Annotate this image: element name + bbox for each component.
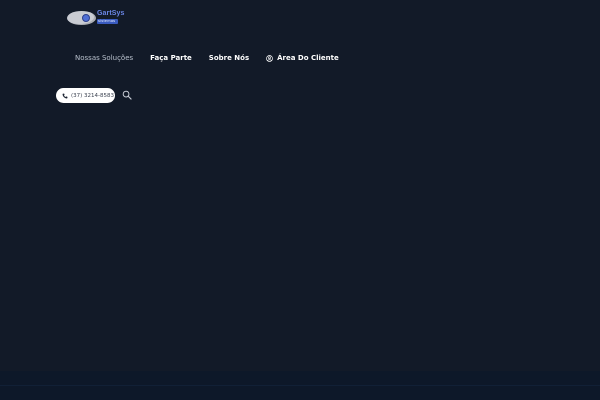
nav-item-area-do-cliente[interactable]: Área Do Cliente bbox=[266, 54, 339, 62]
logo[interactable]: GartSys sistemas bbox=[67, 10, 125, 26]
footer-divider bbox=[0, 385, 600, 386]
logo-sub-text: sistemas bbox=[98, 18, 116, 23]
search-icon[interactable] bbox=[122, 90, 132, 100]
phone-button[interactable]: (37) 3214-8583 bbox=[56, 88, 115, 103]
main-nav: Nossas Soluções Faça Parte Sobre Nós Áre… bbox=[75, 52, 339, 64]
nav-item-label: Nossas Soluções bbox=[75, 54, 134, 62]
logo-brand-text: GartSys bbox=[97, 10, 125, 17]
nav-item-sobre-nos[interactable]: Sobre Nós bbox=[209, 54, 249, 62]
logo-dot bbox=[82, 14, 90, 22]
nav-item-label: Faça Parte bbox=[150, 54, 192, 62]
nav-item-nossas-solucoes[interactable]: Nossas Soluções bbox=[75, 54, 133, 62]
nav-item-faca-parte[interactable]: Faça Parte bbox=[150, 54, 192, 62]
logo-sub-badge: sistemas bbox=[97, 18, 118, 24]
nav-item-label: Área Do Cliente bbox=[277, 54, 339, 62]
user-circle-icon bbox=[266, 54, 273, 62]
phone-number: (37) 3214-8583 bbox=[71, 92, 115, 99]
nav-item-label: Sobre Nós bbox=[208, 54, 250, 62]
phone-icon bbox=[62, 93, 68, 98]
